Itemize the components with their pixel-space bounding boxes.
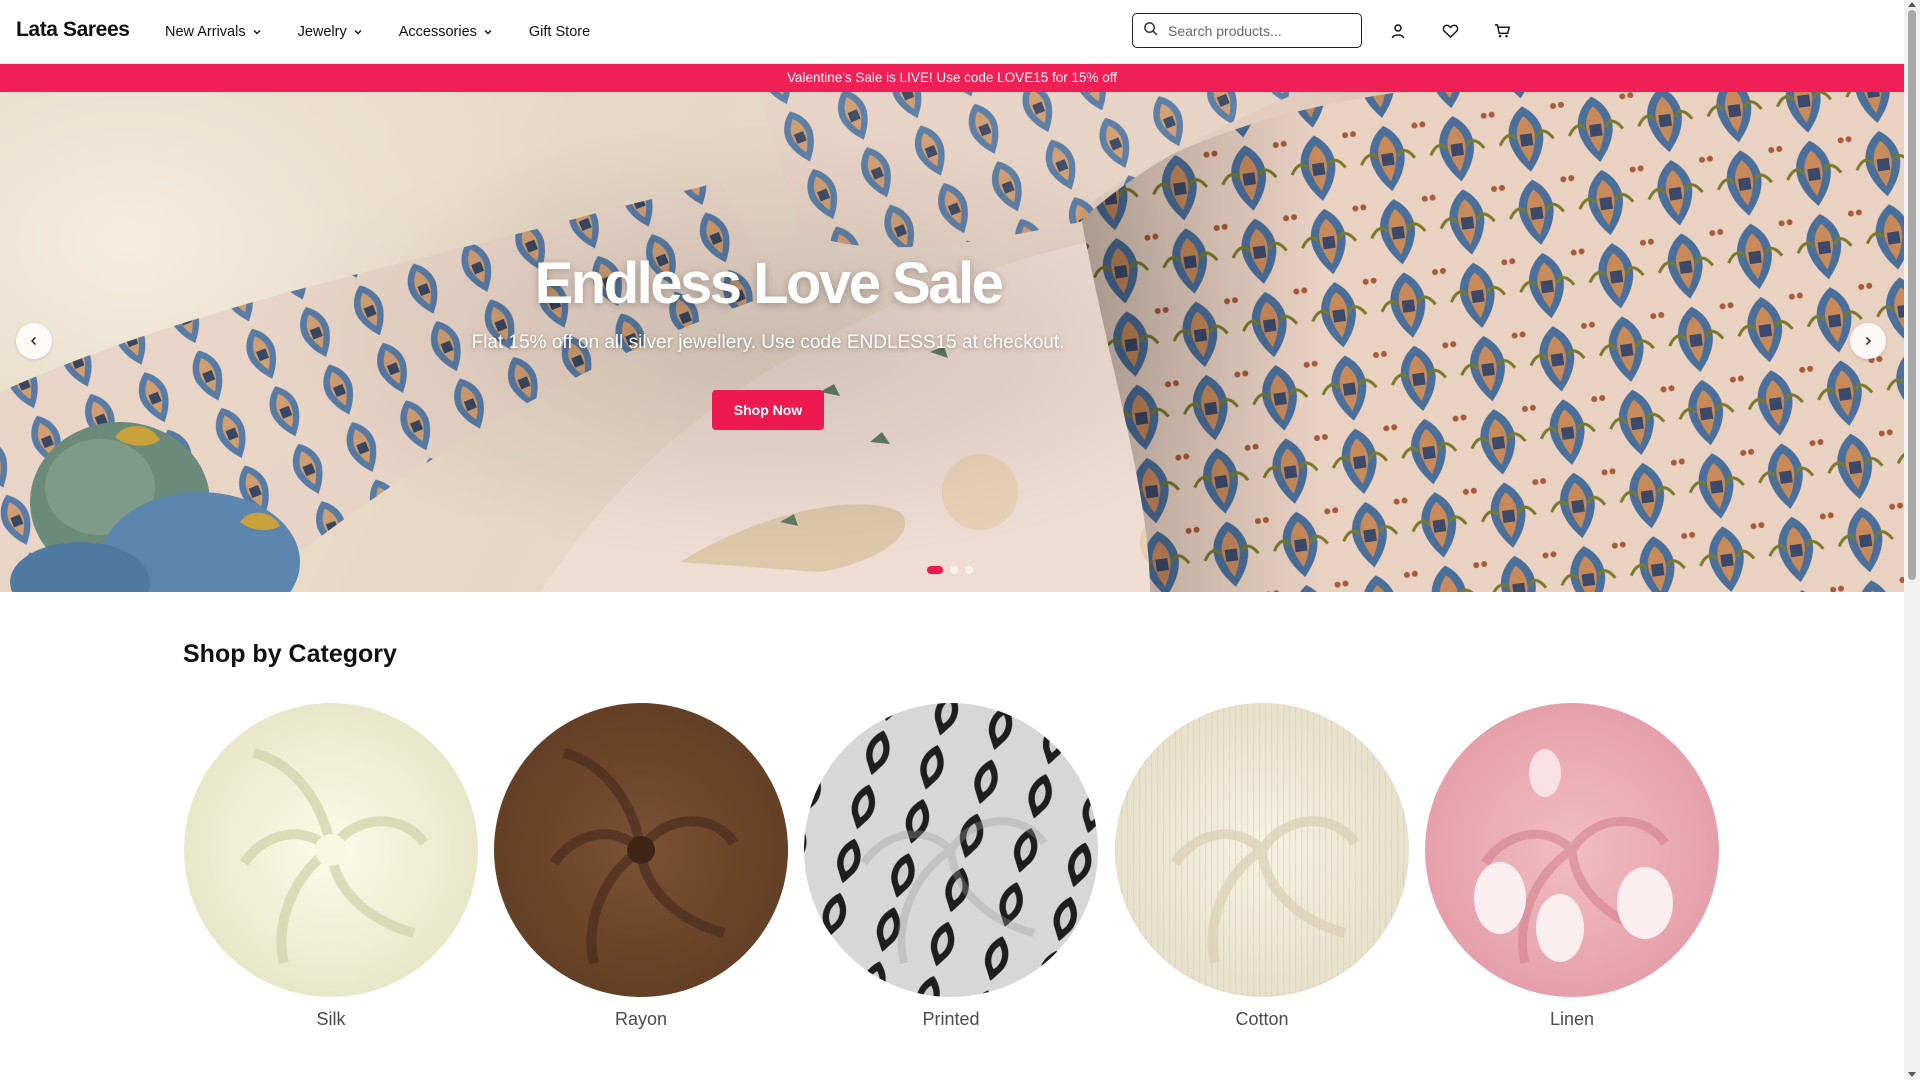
- category-label: Silk: [316, 1009, 346, 1029]
- site-logo[interactable]: Lata Sarees: [16, 18, 130, 42]
- chevron-left-icon: [30, 336, 37, 346]
- nav-new-arrivals[interactable]: New Arrivals: [165, 24, 262, 40]
- category-label: Cotton: [1235, 1009, 1289, 1029]
- chevron-right-icon: [1865, 336, 1872, 346]
- carousel-prev-button[interactable]: [16, 323, 52, 359]
- printed-fabric-image: [804, 703, 1098, 997]
- nav-label: New Arrivals: [165, 23, 246, 40]
- search-icon: [1143, 21, 1158, 41]
- hero-banner: Endless Love Sale Flat 15% off on all si…: [0, 92, 1904, 592]
- shop-now-button[interactable]: Shop Now: [712, 390, 824, 430]
- carousel-dot-3[interactable]: [965, 566, 973, 574]
- search-input[interactable]: [1166, 21, 1350, 40]
- carousel-dot-2[interactable]: [950, 566, 958, 574]
- carousel-dot-1[interactable]: [927, 566, 943, 574]
- heart-icon[interactable]: [1440, 21, 1460, 41]
- chevron-down-icon: [483, 27, 493, 37]
- main-nav: New Arrivals Jewelry Accessories Gift St…: [165, 0, 626, 63]
- user-icon[interactable]: [1388, 21, 1408, 41]
- nav-accessories[interactable]: Accessories: [399, 24, 493, 40]
- carousel-dots: [927, 566, 973, 574]
- nav-gift-store[interactable]: Gift Store: [529, 24, 590, 40]
- scroll-down-icon[interactable]: [1908, 1072, 1916, 1077]
- category-rayon[interactable]: Rayon: [494, 703, 788, 1030]
- chevron-down-icon: [252, 27, 262, 37]
- category-label: Rayon: [614, 1009, 668, 1029]
- section-title: Shop by Category: [183, 640, 397, 668]
- chevron-down-icon: [353, 27, 363, 37]
- page-scrollbar[interactable]: [1904, 0, 1920, 1080]
- carousel-next-button[interactable]: [1850, 323, 1886, 359]
- category-label: Printed: [922, 1009, 980, 1029]
- silk-fabric-image: [184, 703, 478, 997]
- category-cotton[interactable]: Cotton: [1115, 703, 1409, 1030]
- scroll-up-icon[interactable]: [1908, 2, 1916, 7]
- category-label: Linen: [1549, 1009, 1595, 1029]
- nav-label: Jewelry: [297, 23, 347, 40]
- announcement-bar: Valentine's Sale is LIVE! Use code LOVE1…: [0, 64, 1904, 92]
- nav-jewelry[interactable]: Jewelry: [298, 24, 363, 40]
- nav-label: Gift Store: [528, 23, 591, 40]
- rayon-fabric-image: [494, 703, 788, 997]
- category-silk[interactable]: Silk: [184, 703, 478, 1030]
- hero-subtitle: Flat 15% off on all silver jewellery. Us…: [471, 332, 1065, 353]
- hero-title: Endless Love Sale: [534, 251, 1004, 316]
- category-linen[interactable]: Linen: [1425, 703, 1719, 1030]
- cotton-fabric-image: [1115, 703, 1409, 997]
- category-printed[interactable]: Printed: [804, 703, 1098, 1030]
- linen-fabric-image: [1425, 703, 1719, 997]
- nav-label: Accessories: [398, 23, 477, 40]
- cart-icon[interactable]: [1492, 21, 1512, 41]
- search-box[interactable]: [1132, 13, 1362, 48]
- scroll-thumb[interactable]: [1908, 10, 1916, 580]
- site-header: Lata Sarees New Arrivals Jewelry Accesso…: [0, 0, 1904, 64]
